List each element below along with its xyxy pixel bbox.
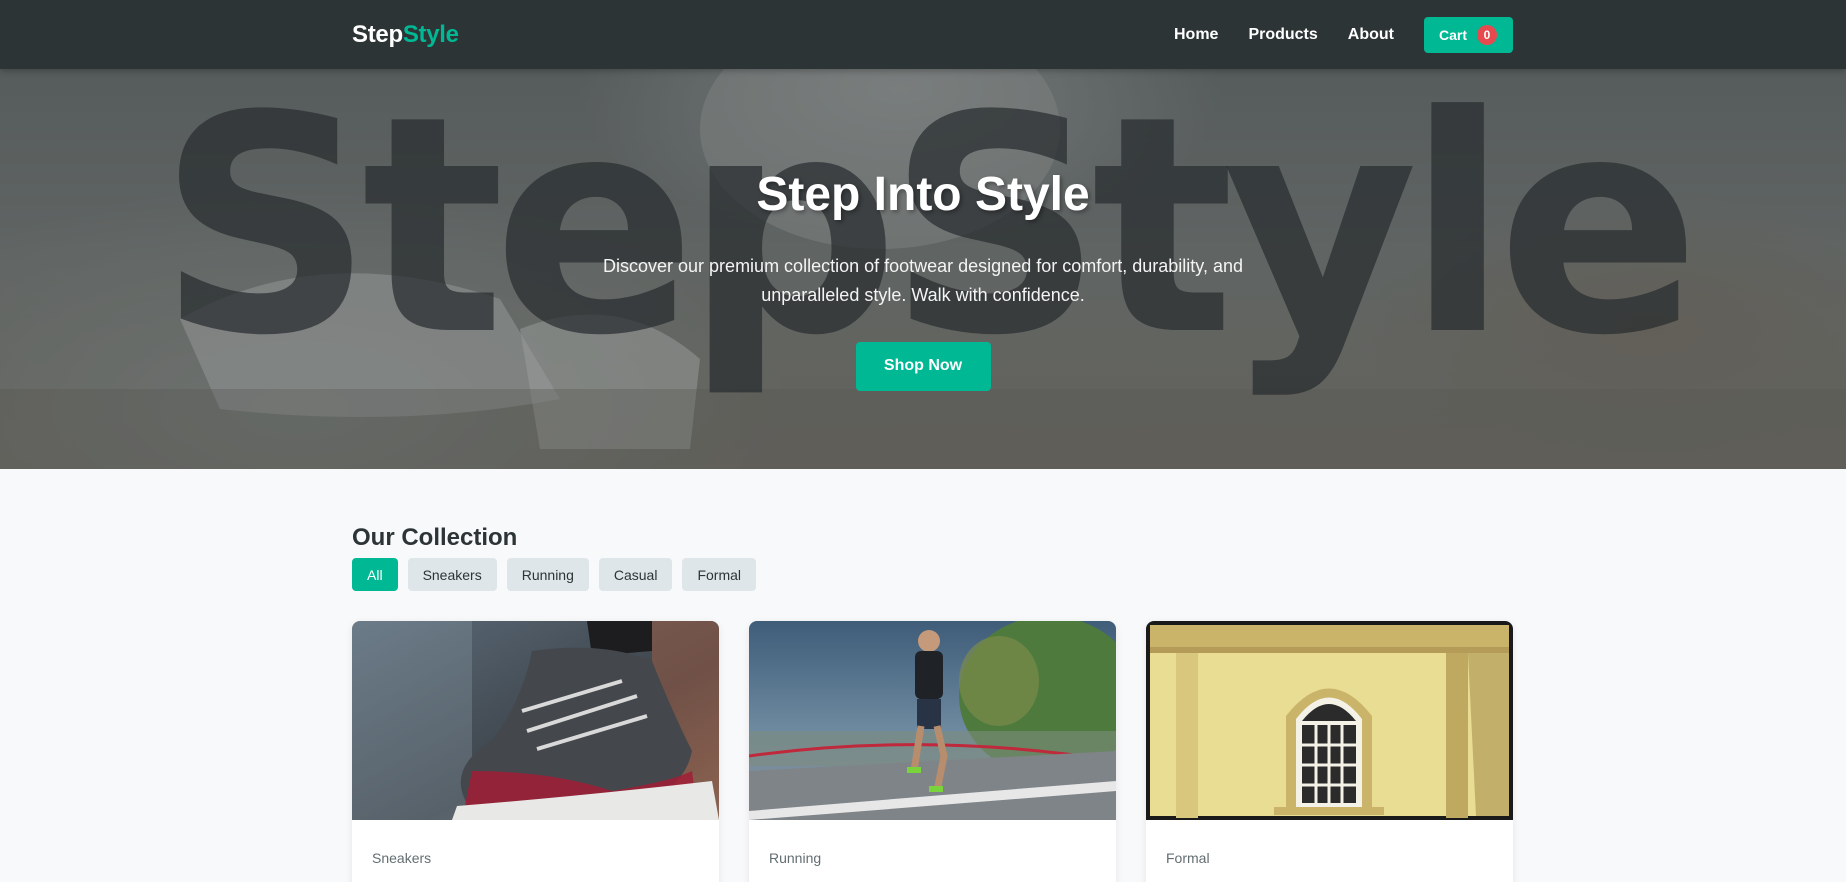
hero-title: Step Into Style [756, 168, 1090, 221]
hero-subtitle: Discover our premium collection of footw… [603, 255, 1243, 305]
filter-casual[interactable]: Casual [598, 558, 673, 591]
logo-part-style: Style [402, 20, 459, 48]
shop-now-button[interactable]: Shop Now [855, 341, 991, 391]
filter-running[interactable]: Running [506, 558, 589, 591]
product-category: Formal [1166, 850, 1210, 866]
navbar: StepStyle Home Products About Cart 0 [0, 0, 1846, 69]
yellow-building-window-photo [1146, 621, 1513, 820]
cart-label: Cart [1438, 26, 1467, 43]
nav-links: Home Products About Cart 0 [1174, 16, 1513, 53]
hero-banner: StepStyle Step Into Style Discover our p… [0, 69, 1846, 469]
runner-on-road-photo [749, 621, 1116, 820]
filter-all[interactable]: All [352, 558, 398, 591]
hero-content: Step Into Style Discover our premium col… [0, 166, 1846, 391]
product-grid: Sneakers Running Formal [352, 621, 1513, 882]
product-card[interactable]: Formal [1146, 621, 1513, 882]
cart-button[interactable]: Cart 0 [1423, 16, 1513, 53]
filter-sneakers[interactable]: Sneakers [407, 558, 497, 591]
sneaker-closeup-photo [352, 621, 719, 820]
nav-link-home[interactable]: Home [1174, 26, 1218, 44]
navbar-inner: StepStyle Home Products About Cart 0 [352, 0, 1513, 69]
logo-part-step: Step [352, 20, 403, 48]
nav-link-about[interactable]: About [1348, 26, 1394, 44]
filter-formal[interactable]: Formal [682, 558, 757, 591]
nav-link-products[interactable]: Products [1248, 26, 1317, 44]
product-card[interactable]: Sneakers [352, 621, 719, 882]
product-category: Running [769, 850, 822, 866]
section-title: Our Collection [352, 524, 518, 551]
product-category: Sneakers [372, 850, 432, 866]
cart-count-badge: 0 [1477, 24, 1497, 45]
product-card[interactable]: Running [749, 621, 1116, 882]
logo[interactable]: StepStyle [352, 21, 459, 49]
filter-bar: All Sneakers Running Casual Formal [352, 558, 766, 591]
